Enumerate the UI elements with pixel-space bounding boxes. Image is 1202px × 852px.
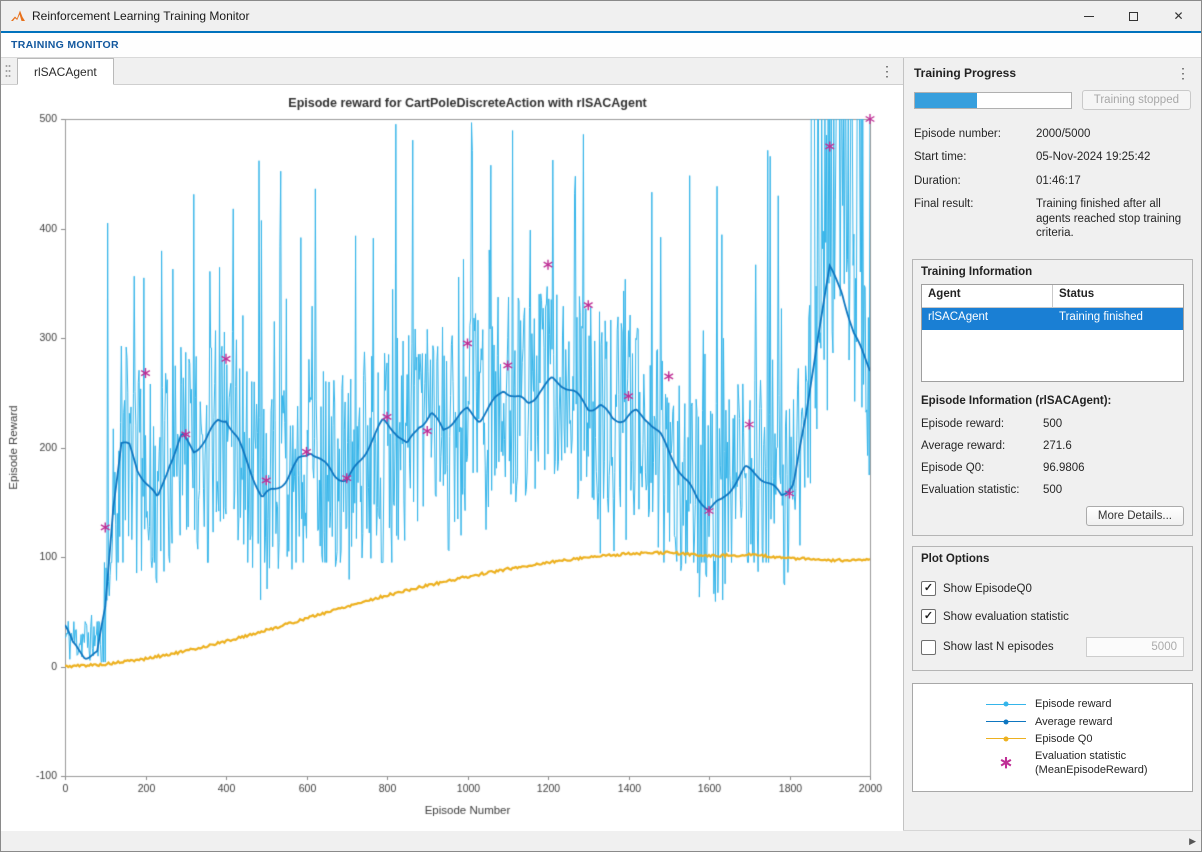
show-evaluation-statistic-checkbox[interactable]: ✓ bbox=[921, 609, 936, 624]
window-controls: ✕ bbox=[1066, 1, 1201, 31]
tab-rlsacagent[interactable]: rlSACAgent bbox=[17, 58, 114, 85]
field-label: Start time: bbox=[914, 150, 1036, 164]
field-value: 05-Nov-2024 19:25:42 bbox=[1036, 150, 1191, 164]
progress-fill bbox=[915, 93, 977, 108]
plot-options-section: Plot Options ✓ Show EpisodeQ0 ✓ Show eva… bbox=[912, 546, 1193, 671]
field-label: Average reward: bbox=[921, 440, 1043, 452]
legend-label: Evaluation statistic (MeanEpisodeReward) bbox=[1035, 749, 1148, 778]
show-episodeq0-checkbox[interactable]: ✓ bbox=[921, 581, 936, 596]
field-label: Episode Q0: bbox=[921, 462, 1043, 474]
check-icon: ✓ bbox=[924, 583, 933, 594]
option-label: Show EpisodeQ0 bbox=[943, 583, 1032, 595]
episode-information-title: Episode Information (rlSACAgent): bbox=[921, 395, 1184, 407]
legend-label: Average reward bbox=[1035, 715, 1112, 729]
training-progress-panel: Training Progress ⋮ Training stopped Epi… bbox=[903, 58, 1201, 830]
check-icon: ✓ bbox=[924, 611, 933, 622]
panel-title: Training Progress bbox=[914, 66, 1016, 80]
document-area: rlSACAgent ⋮ bbox=[1, 58, 903, 830]
field-value: Training finished after all agents reach… bbox=[1036, 197, 1191, 240]
close-button[interactable]: ✕ bbox=[1156, 1, 1201, 31]
table-header-status: Status bbox=[1053, 285, 1183, 307]
matlab-logo-icon bbox=[10, 9, 26, 23]
field-start-time: Start time: 05-Nov-2024 19:25:42 bbox=[914, 150, 1191, 164]
legend-label: Episode reward bbox=[1035, 697, 1111, 711]
legend-item-episode-reward: Episode reward bbox=[913, 697, 1192, 711]
title-bar: Reinforcement Learning Training Monitor … bbox=[1, 1, 1201, 31]
field-label: Episode reward: bbox=[921, 418, 1043, 430]
legend-line-sample bbox=[983, 738, 1029, 739]
table-cell-status: Training finished bbox=[1053, 308, 1183, 330]
status-bar: ▶ bbox=[1, 830, 1201, 851]
training-stopped-button[interactable]: Training stopped bbox=[1082, 90, 1191, 110]
table-cell-agent: rlSACAgent bbox=[922, 308, 1053, 330]
show-last-n-episodes-checkbox[interactable]: ✓ bbox=[921, 640, 936, 655]
plot-area bbox=[1, 85, 903, 831]
plot-options-title: Plot Options bbox=[913, 547, 1192, 569]
field-duration: Duration: 01:46:17 bbox=[914, 174, 1191, 188]
legend-item-evaluation-statistic: ∗ Evaluation statistic (MeanEpisodeRewar… bbox=[913, 749, 1192, 778]
field-value: 500 bbox=[1043, 484, 1062, 496]
maximize-button[interactable] bbox=[1111, 1, 1156, 31]
field-final-result: Final result: Training finished after al… bbox=[914, 197, 1191, 240]
progress-row: Training stopped bbox=[914, 90, 1191, 110]
option-show-episodeq0: ✓ Show EpisodeQ0 bbox=[921, 581, 1184, 596]
main-content: rlSACAgent ⋮ Training Progress ⋮ Trainin… bbox=[1, 58, 1201, 830]
training-progress-bar bbox=[914, 92, 1072, 109]
document-tabstrip: rlSACAgent ⋮ bbox=[1, 58, 903, 85]
plot-menu-icon[interactable]: ⋮ bbox=[880, 64, 894, 78]
field-label: Final result: bbox=[914, 197, 1036, 240]
field-episode-number: Episode number: 2000/5000 bbox=[914, 127, 1191, 141]
plot-options-body: ✓ Show EpisodeQ0 ✓ Show evaluation stati… bbox=[913, 569, 1192, 670]
option-label: Show evaluation statistic bbox=[943, 611, 1069, 623]
more-details-button[interactable]: More Details... bbox=[1086, 506, 1184, 526]
legend-line-sample bbox=[983, 704, 1029, 705]
field-label: Duration: bbox=[914, 174, 1036, 188]
panel-expand-icon[interactable]: ▶ bbox=[1189, 836, 1196, 847]
field-label: Evaluation statistic: bbox=[921, 484, 1043, 496]
table-header-agent: Agent bbox=[922, 285, 1053, 307]
panel-menu-icon[interactable]: ⋮ bbox=[1176, 66, 1190, 80]
table-header-row: Agent Status bbox=[922, 285, 1183, 308]
legend-line-sample bbox=[983, 721, 1029, 722]
field-evaluation-statistic: Evaluation statistic: 500 bbox=[921, 484, 1184, 496]
agent-status-table: Agent Status rlSACAgent Training finishe… bbox=[921, 284, 1184, 382]
field-value: 271.6 bbox=[1043, 440, 1072, 452]
maximize-icon bbox=[1129, 12, 1138, 21]
legend-label: Episode Q0 bbox=[1035, 732, 1092, 746]
option-label: Show last N episodes bbox=[943, 641, 1054, 653]
legend-asterisk-sample: ∗ bbox=[983, 758, 1029, 768]
training-plot-canvas bbox=[1, 85, 903, 831]
training-information-title: Training Information bbox=[913, 260, 1192, 282]
option-show-last-n-episodes: ✓ Show last N episodes bbox=[921, 637, 1184, 657]
doc-tab-label: rlSACAgent bbox=[34, 65, 97, 79]
field-value: 96.9806 bbox=[1043, 462, 1085, 474]
close-icon: ✕ bbox=[1173, 10, 1183, 22]
plot-legend: Episode reward Average reward Episode Q0… bbox=[912, 683, 1193, 791]
minimize-icon bbox=[1084, 16, 1094, 17]
app-window: Reinforcement Learning Training Monitor … bbox=[0, 0, 1202, 852]
tab-training-monitor[interactable]: TRAINING MONITOR bbox=[1, 39, 129, 51]
table-row[interactable]: rlSACAgent Training finished bbox=[922, 308, 1183, 330]
last-n-episodes-input[interactable] bbox=[1086, 637, 1184, 657]
field-average-reward: Average reward: 271.6 bbox=[921, 440, 1184, 452]
window-title: Reinforcement Learning Training Monitor bbox=[32, 9, 249, 23]
field-value: 500 bbox=[1043, 418, 1062, 430]
field-value: 01:46:17 bbox=[1036, 174, 1191, 188]
training-information-section: Training Information Agent Status rlSACA… bbox=[912, 259, 1193, 536]
field-label: Episode number: bbox=[914, 127, 1036, 141]
progress-fields: Episode number: 2000/5000 Start time: 05… bbox=[914, 127, 1191, 249]
training-information-body: Agent Status rlSACAgent Training finishe… bbox=[913, 282, 1192, 535]
option-show-evaluation-statistic: ✓ Show evaluation statistic bbox=[921, 609, 1184, 624]
toolstrip: TRAINING MONITOR bbox=[1, 31, 1201, 58]
asterisk-icon: ∗ bbox=[999, 758, 1013, 768]
field-episode-reward: Episode reward: 500 bbox=[921, 418, 1184, 430]
drag-handle-icon[interactable] bbox=[1, 58, 15, 84]
legend-item-episode-q0: Episode Q0 bbox=[913, 732, 1192, 746]
panel-header: Training Progress ⋮ bbox=[904, 58, 1201, 84]
field-value: 2000/5000 bbox=[1036, 127, 1191, 141]
button-row: More Details... bbox=[921, 506, 1184, 526]
legend-item-average-reward: Average reward bbox=[913, 715, 1192, 729]
field-episode-q0: Episode Q0: 96.9806 bbox=[921, 462, 1184, 474]
minimize-button[interactable] bbox=[1066, 1, 1111, 31]
